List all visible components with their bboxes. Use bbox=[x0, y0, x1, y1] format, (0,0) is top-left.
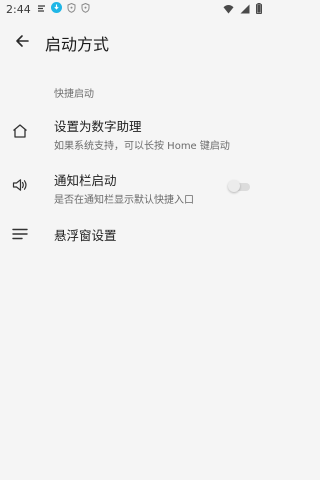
setting-item-notification-launch[interactable]: 通知栏启动 是否在通知栏显示默认快捷入口 bbox=[0, 170, 270, 206]
setting-item-text: 悬浮窗设置 bbox=[54, 225, 117, 244]
setting-item-subtitle: 是否在通知栏显示默认快捷入口 bbox=[54, 195, 194, 206]
speaker-icon bbox=[11, 176, 29, 194]
setting-item-text: 通知栏启动 是否在通知栏显示默认快捷入口 bbox=[54, 170, 194, 206]
signal-icon bbox=[240, 4, 250, 17]
menu-icon bbox=[11, 225, 29, 243]
arrow-back-icon bbox=[14, 33, 30, 53]
page-title: 启动方式 bbox=[45, 35, 110, 54]
setting-item-text: 设置为数字助理 如果系统支持，可以长按 Home 键启动 bbox=[54, 116, 230, 152]
download-icon bbox=[50, 2, 62, 16]
app-bar: 启动方式 bbox=[0, 24, 270, 62]
wifi-icon bbox=[223, 4, 234, 17]
back-button[interactable] bbox=[12, 33, 32, 53]
status-left-icons bbox=[37, 2, 90, 16]
shield-icon bbox=[81, 2, 90, 16]
status-right-icons bbox=[223, 3, 262, 17]
setting-item-floating-window[interactable]: 悬浮窗设置 bbox=[0, 224, 270, 244]
setting-item-subtitle: 如果系统支持，可以长按 Home 键启动 bbox=[54, 141, 230, 152]
setting-item-title: 悬浮窗设置 bbox=[54, 228, 117, 243]
shield-icon bbox=[67, 2, 76, 16]
section-header: 快捷启动 bbox=[54, 89, 94, 100]
home-icon bbox=[11, 122, 29, 140]
setting-item-title: 设置为数字助理 bbox=[54, 119, 142, 134]
status-bar: 2:44 bbox=[0, 0, 270, 18]
notification-launch-toggle[interactable] bbox=[228, 180, 250, 192]
status-time: 2:44 bbox=[6, 2, 31, 16]
setting-item-title: 通知栏启动 bbox=[54, 173, 117, 188]
notification-icon bbox=[37, 3, 46, 16]
setting-item-digital-assistant[interactable]: 设置为数字助理 如果系统支持，可以长按 Home 键启动 bbox=[0, 116, 270, 152]
toggle-thumb bbox=[228, 180, 240, 192]
battery-icon bbox=[256, 3, 262, 17]
